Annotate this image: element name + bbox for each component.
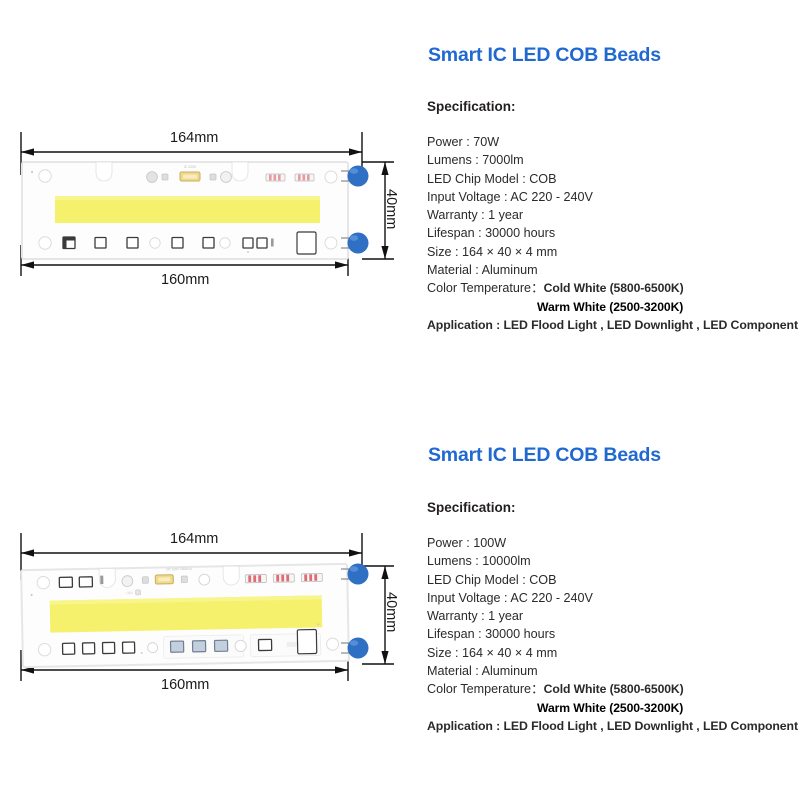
spec-color-temperature: Color Temperature：Cold White (5800-6500K… xyxy=(427,680,799,698)
color-temperature-label: Color Temperature： xyxy=(427,281,544,296)
color-temperature-label: Color Temperature： xyxy=(427,682,544,697)
spec-input-voltage: Input Voltage : AC 220 - 240V xyxy=(427,590,593,605)
product-block-100w: 164mm 160mm 40mm DC 100V 5000mA LED Smar… xyxy=(0,400,800,800)
product-title: Smart IC LED COB Beads xyxy=(428,444,661,466)
color-temperature-warm-white: Warm White (2500-3200K) xyxy=(537,700,684,715)
spec-size: Size : 164 × 40 × 4 mm xyxy=(427,244,558,259)
spec-lumens: Lumens : 10000lm xyxy=(427,554,531,569)
dimension-label-height: 40mm xyxy=(383,189,399,230)
spec-lifespan: Lifespan : 30000 hours xyxy=(427,226,556,241)
specification-list: Power : 100W Lumens : 10000lm LED Chip M… xyxy=(427,534,799,735)
spec-warranty: Warranty : 1 year xyxy=(427,609,524,624)
dimension-label-height: 40mm xyxy=(383,592,399,633)
board-svg-70w: IC 220V xyxy=(20,132,394,276)
svg-text:IC 220V: IC 220V xyxy=(184,165,197,169)
specification-heading: Specification: xyxy=(427,500,516,515)
dimension-label-width-top: 164mm xyxy=(170,531,219,547)
color-temperature-warm-white: Warm White (2500-3200K) xyxy=(537,299,684,314)
spec-application: Application : LED Flood Light , LED Down… xyxy=(427,317,798,332)
spec-lifespan: Lifespan : 30000 hours xyxy=(427,627,556,642)
spec-chip-model: LED Chip Model : COB xyxy=(427,171,557,186)
spec-material: Material : Aluminum xyxy=(427,664,538,679)
color-temperature-cold-white: Cold White (5800-6500K) xyxy=(543,682,684,697)
product-title: Smart IC LED COB Beads xyxy=(428,44,661,66)
product-block-70w: 164mm 160mm 40mm IC 220V Smart IC LED CO… xyxy=(0,0,800,400)
svg-text:LED: LED xyxy=(126,591,133,595)
svg-text:DC 100V 5000mA: DC 100V 5000mA xyxy=(166,567,193,572)
dimension-label-width-bottom: 160mm xyxy=(161,677,210,693)
dimension-label-width-top: 164mm xyxy=(170,130,219,146)
led-board-drawing-70w: 164mm 160mm 40mm IC 220V xyxy=(0,0,420,400)
spec-power: Power : 100W xyxy=(427,536,507,550)
color-temperature-cold-white: Cold White (5800-6500K) xyxy=(543,281,684,296)
led-board-drawing-100w: 164mm 160mm 40mm DC 100V 5000mA LED xyxy=(0,400,420,800)
spec-material: Material : Aluminum xyxy=(427,263,538,278)
spec-warranty: Warranty : 1 year xyxy=(427,208,524,223)
specification-heading: Specification: xyxy=(427,99,516,114)
spec-lumens: Lumens : 7000lm xyxy=(427,153,524,168)
spec-chip-model: LED Chip Model : COB xyxy=(427,572,557,587)
spec-size: Size : 164 × 40 × 4 mm xyxy=(427,645,558,660)
spec-power: Power : 70W xyxy=(427,135,500,149)
dimension-label-width-bottom: 160mm xyxy=(161,272,210,288)
spec-input-voltage: Input Voltage : AC 220 - 240V xyxy=(427,189,593,204)
spec-application: Application : LED Flood Light , LED Down… xyxy=(427,718,798,733)
board-svg-100w: DC 100V 5000mA LED xyxy=(20,533,394,681)
specification-list: Power : 70W Lumens : 7000lm LED Chip Mod… xyxy=(427,133,799,334)
spec-color-temperature: Color Temperature：Cold White (5800-6500K… xyxy=(427,279,799,297)
